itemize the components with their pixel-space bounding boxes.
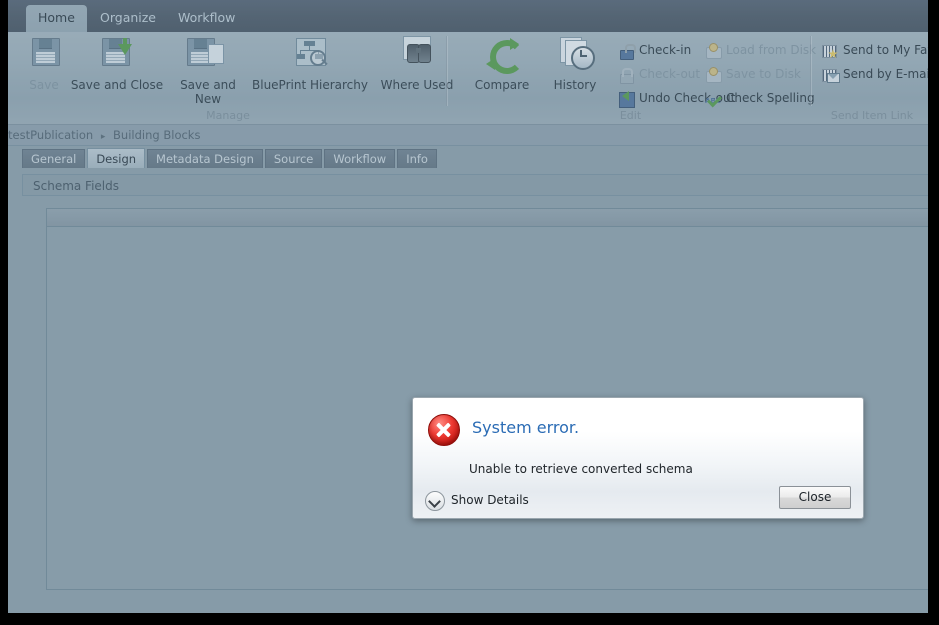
dialog-title: System error.: [472, 418, 580, 437]
chevron-down-icon[interactable]: [425, 491, 445, 511]
screen-root: Home Organize Workflow Save Save and Clo…: [0, 0, 939, 625]
system-error-dialog: System error. Unable to retrieve convert…: [412, 397, 864, 519]
modal-overlay: [8, 0, 928, 613]
show-details-label: Show Details: [451, 493, 529, 507]
close-button[interactable]: Close: [779, 486, 851, 509]
show-details-toggle[interactable]: Show Details: [425, 490, 529, 511]
application-window: Home Organize Workflow Save Save and Clo…: [8, 0, 928, 613]
dialog-footer: Show Details Close: [413, 482, 863, 518]
dialog-message: Unable to retrieve converted schema: [469, 462, 693, 476]
error-x-icon: [428, 414, 460, 446]
